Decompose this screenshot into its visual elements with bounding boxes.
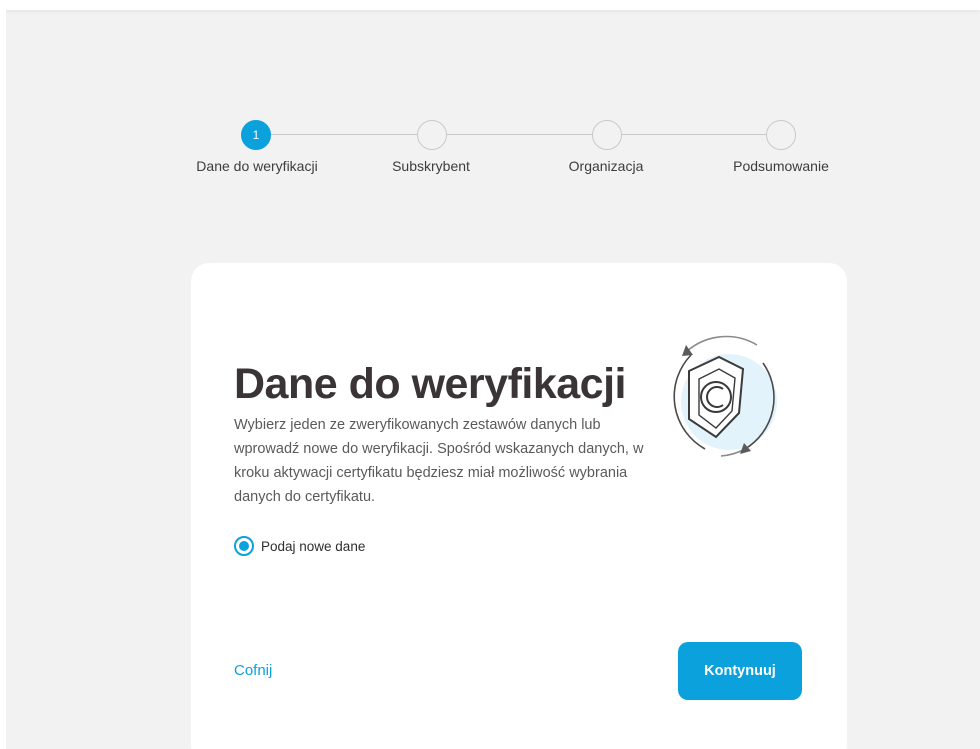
step-connector (621, 134, 766, 135)
radio-selected-dot (239, 541, 249, 551)
page-title: Dane do weryfikacji (234, 360, 627, 408)
step-1-number: 1 (252, 128, 260, 142)
radio-label: Podaj nowe dane (261, 538, 366, 554)
step-3-label: Organizacja (568, 158, 644, 174)
step-3-indicator (592, 120, 622, 150)
radio-button[interactable] (234, 536, 254, 556)
step-2-indicator (417, 120, 447, 150)
step-4-label: Podsumowanie (733, 158, 829, 174)
step-4-indicator (766, 120, 796, 150)
continue-button[interactable]: Kontynuuj (678, 642, 802, 700)
step-1-label: Dane do weryfikacji (196, 158, 318, 174)
description-text: Wybierz jeden ze zweryfikowanych zestawó… (234, 417, 644, 505)
new-data-radio-option[interactable]: Podaj nowe dane (234, 536, 365, 556)
step-connector (270, 134, 417, 135)
step-connector (446, 134, 592, 135)
step-2-label: Subskrybent (392, 158, 470, 174)
back-link[interactable]: Cofnij (234, 662, 272, 679)
shield-certificate-icon (673, 335, 777, 457)
step-1-indicator: 1 (241, 120, 271, 150)
verification-card: Dane do weryfikacji Wybierz jeden ze zwe… (191, 263, 847, 749)
progress-stepper: 1 Dane do weryfikacji Subskrybent Organi… (0, 0, 980, 200)
